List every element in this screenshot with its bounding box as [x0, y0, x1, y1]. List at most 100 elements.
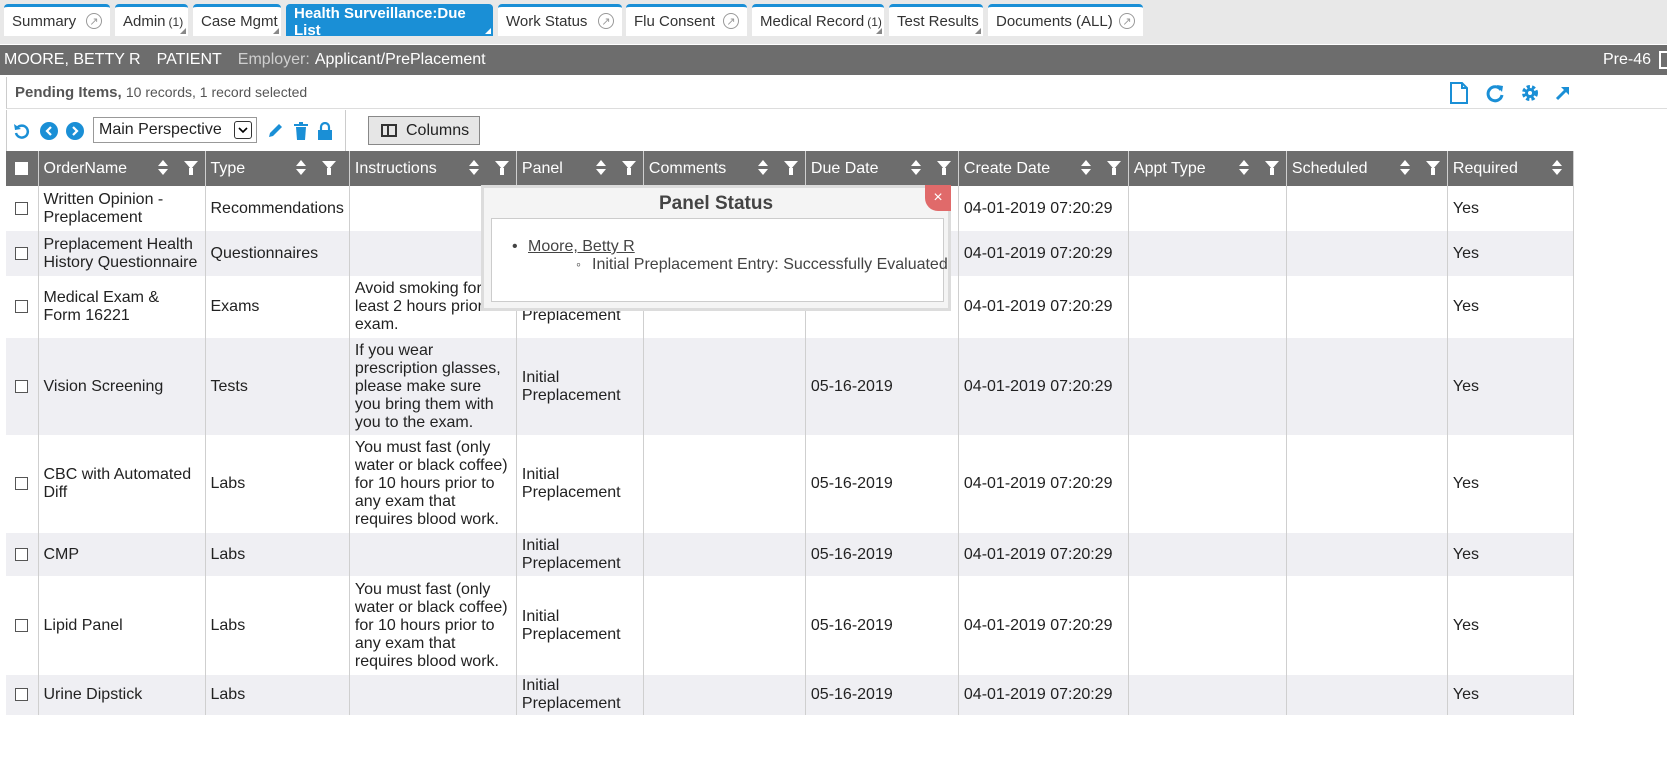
cell-appt	[1128, 675, 1287, 715]
filter-icon[interactable]	[936, 161, 951, 176]
tab-menu-corner-icon[interactable]	[180, 28, 186, 34]
filter-icon[interactable]	[1425, 161, 1440, 176]
row-checkbox[interactable]	[15, 618, 29, 632]
close-icon[interactable]: ×	[925, 185, 951, 211]
expand-icon[interactable]	[1551, 82, 1573, 104]
pending-items-header: Pending Items, 10 records, 1 record sele…	[6, 77, 1667, 109]
cell-order: CMP	[38, 533, 206, 576]
filter-icon[interactable]	[183, 161, 198, 176]
row-checkbox[interactable]	[15, 477, 29, 491]
perspective-select[interactable]: Main Perspective	[93, 117, 257, 143]
external-link-icon[interactable]: ↗	[598, 13, 614, 29]
tab-label: Documents (ALL)	[996, 13, 1113, 30]
chevron-down-icon[interactable]	[234, 121, 252, 139]
tab-label: Health Surveillance:Due List	[294, 4, 466, 39]
tab-documents-all[interactable]: Documents (ALL) ↗	[988, 4, 1143, 36]
tab-menu-corner-icon[interactable]	[975, 28, 981, 34]
sort-icon[interactable]	[157, 160, 168, 176]
popup-status-text: Initial Preplacement Entry: Successfully…	[576, 256, 948, 274]
cell-appt	[1128, 231, 1287, 276]
column-header-instructions[interactable]: Instructions	[349, 151, 517, 186]
row-checkbox-cell	[6, 231, 39, 276]
table-row[interactable]: CMP Labs Initial Preplacement 05-16-2019 04-…	[6, 533, 1574, 576]
row-checkbox[interactable]	[15, 379, 29, 393]
column-header-ordername[interactable]: OrderName	[38, 151, 206, 186]
sort-icon[interactable]	[1080, 160, 1091, 176]
tab-admin[interactable]: Admin (1)	[115, 4, 188, 36]
tab-flu-consent[interactable]: Flu Consent ↗	[626, 4, 747, 36]
tab-menu-corner-icon[interactable]	[485, 28, 491, 34]
cell-type: Recommendations	[205, 186, 350, 231]
row-checkbox[interactable]	[15, 688, 29, 702]
tab-health-surveillance-due-list[interactable]: Health Surveillance:Due List	[286, 4, 493, 39]
trash-icon[interactable]	[292, 122, 310, 140]
table-row[interactable]: Vision Screening Tests If you wear prescri…	[6, 338, 1574, 435]
column-header-scheduled[interactable]: Scheduled	[1286, 151, 1448, 186]
sort-icon[interactable]	[1399, 160, 1410, 176]
pending-title: Pending Items, 10 records, 1 record sele…	[15, 84, 307, 101]
external-link-icon[interactable]: ↗	[1119, 13, 1135, 29]
popup-patient-link[interactable]: Moore, Betty R	[512, 238, 635, 256]
column-header-create-date[interactable]: Create Date	[958, 151, 1129, 186]
reset-icon[interactable]	[13, 122, 31, 140]
tab-medical-record[interactable]: Medical Record (1)	[752, 4, 884, 36]
gear-icon[interactable]	[1519, 82, 1541, 104]
sort-icon[interactable]	[757, 160, 768, 176]
cell-order: Written Opinion - Preplacement	[38, 186, 206, 231]
column-header-due-date[interactable]: Due Date	[805, 151, 959, 186]
column-header-comments[interactable]: Comments	[643, 151, 806, 186]
document-icon[interactable]	[1448, 82, 1470, 104]
filter-icon[interactable]	[1106, 161, 1121, 176]
column-header-type[interactable]: Type	[205, 151, 350, 186]
tab-menu-corner-icon[interactable]	[876, 28, 882, 34]
column-header-label: Comments	[648, 159, 727, 177]
row-checkbox[interactable]	[15, 300, 29, 314]
table-row[interactable]: Urine Dipstick Labs Initial Preplacement 05…	[6, 675, 1574, 715]
external-link-icon[interactable]: ↗	[723, 13, 739, 29]
next-icon[interactable]	[66, 122, 84, 140]
tab-summary[interactable]: Summary ↗	[4, 4, 110, 36]
tab-test-results[interactable]: Test Results	[889, 4, 983, 36]
cell-type: Tests	[205, 338, 350, 435]
sort-icon[interactable]	[1551, 160, 1562, 176]
filter-icon[interactable]	[1264, 161, 1279, 176]
row-checkbox[interactable]	[15, 246, 29, 260]
cell-order: Preplacement Health History Questionnair…	[38, 231, 206, 276]
sort-icon[interactable]	[1238, 160, 1249, 176]
sort-icon[interactable]	[468, 160, 479, 176]
column-header-appt-type[interactable]: Appt Type	[1128, 151, 1287, 186]
column-header-panel[interactable]: Panel	[516, 151, 644, 186]
cell-instructions	[349, 675, 517, 715]
filter-icon[interactable]	[621, 161, 636, 176]
filter-icon[interactable]	[783, 161, 798, 176]
sort-icon[interactable]	[295, 160, 306, 176]
sort-icon[interactable]	[910, 160, 921, 176]
previous-icon[interactable]	[40, 122, 58, 140]
cell-panel: Initial Preplacement	[516, 576, 644, 675]
row-checkbox-cell	[6, 186, 39, 231]
columns-button[interactable]: Columns	[368, 116, 480, 145]
table-row[interactable]: CBC with Automated Diff Labs You must fast…	[6, 435, 1574, 533]
tab-work-status[interactable]: Work Status ↗	[498, 4, 622, 36]
panel-edge-icon[interactable]	[1659, 51, 1667, 69]
refresh-icon[interactable]	[1484, 82, 1506, 104]
row-checkbox[interactable]	[15, 201, 29, 215]
row-checkbox-cell	[6, 576, 39, 675]
tab-menu-corner-icon[interactable]	[273, 28, 279, 34]
column-header-label: Appt Type	[1133, 159, 1206, 177]
table-row[interactable]: Lipid Panel Labs You must fast (only water…	[6, 576, 1574, 675]
edit-icon[interactable]	[266, 122, 284, 140]
column-header-label: Required	[1452, 159, 1518, 177]
external-link-icon[interactable]: ↗	[86, 13, 102, 29]
cell-created: 04-01-2019 07:20:29	[958, 186, 1129, 231]
lock-icon[interactable]	[316, 122, 334, 140]
filter-icon[interactable]	[494, 161, 509, 176]
row-checkbox[interactable]	[15, 547, 29, 561]
sort-icon[interactable]	[595, 160, 606, 176]
filter-icon[interactable]	[321, 161, 336, 176]
tab-case-mgmt[interactable]: Case Mgmt	[193, 4, 281, 36]
select-all-checkbox[interactable]	[15, 161, 29, 175]
cell-type: Labs	[205, 675, 350, 715]
cell-due: 05-16-2019	[805, 338, 959, 435]
column-header-required[interactable]: Required	[1447, 151, 1574, 186]
